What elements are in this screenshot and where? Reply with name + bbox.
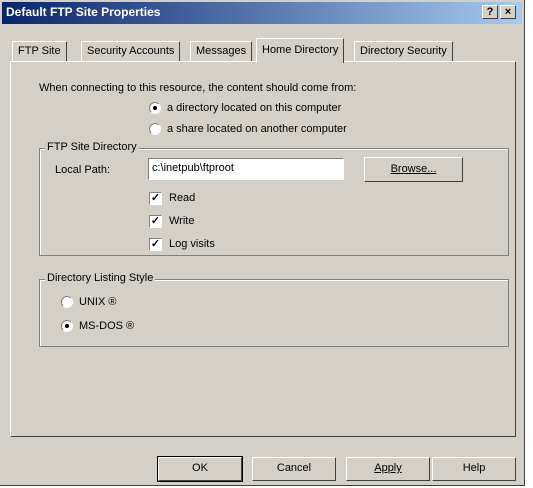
apply-button[interactable]: Apply	[346, 457, 430, 481]
radio-local-directory[interactable]	[149, 102, 161, 114]
radio-local-directory-label[interactable]: a directory located on this computer	[167, 102, 341, 114]
properties-dialog: Default FTP Site Properties ? × FTP Site…	[0, 0, 525, 486]
browse-button-label: Browse...	[390, 163, 437, 175]
ok-button[interactable]: OK	[157, 456, 243, 482]
apply-button-label: Apply	[374, 462, 402, 474]
tab-home-directory[interactable]: Home Directory	[256, 38, 345, 63]
tab-security-accounts[interactable]: Security Accounts	[81, 41, 181, 61]
cancel-button[interactable]: Cancel	[252, 457, 336, 481]
tab-messages[interactable]: Messages	[190, 41, 253, 61]
home-directory-panel: When connecting to this resource, the co…	[10, 61, 516, 437]
help-button[interactable]: Help	[432, 457, 516, 481]
checkbox-log-visits[interactable]: ✓	[149, 238, 162, 251]
title-bar[interactable]: Default FTP Site Properties ? ×	[2, 2, 522, 24]
close-title-button[interactable]: ×	[500, 5, 516, 19]
content-source-prompt: When connecting to this resource, the co…	[39, 82, 357, 94]
radio-network-share[interactable]	[149, 123, 161, 135]
tab-ftp-site[interactable]: FTP Site	[12, 41, 67, 61]
radio-network-share-label[interactable]: a share located on another computer	[167, 123, 347, 135]
directory-listing-style-legend: Directory Listing Style	[45, 272, 156, 284]
radio-ms-dos[interactable]	[61, 320, 73, 332]
radio-ms-dos-label[interactable]: MS-DOS ®	[79, 320, 134, 332]
radio-unix-label[interactable]: UNIX ®	[79, 296, 116, 308]
tab-directory-security[interactable]: Directory Security	[354, 41, 453, 61]
checkbox-read[interactable]: ✓	[149, 192, 162, 205]
checkbox-read-label[interactable]: Read	[169, 192, 195, 204]
local-path-input[interactable]: c:\inetpub\ftproot	[148, 158, 344, 180]
checkbox-write[interactable]: ✓	[149, 215, 162, 228]
checkbox-log-visits-label[interactable]: Log visits	[169, 238, 215, 250]
directory-listing-style-group	[39, 279, 509, 347]
local-path-label: Local Path:	[55, 164, 111, 176]
window-title: Default FTP Site Properties	[6, 5, 161, 19]
ftp-site-directory-legend: FTP Site Directory	[45, 141, 139, 153]
help-title-button[interactable]: ?	[482, 5, 498, 19]
radio-unix[interactable]	[61, 296, 73, 308]
checkbox-write-label[interactable]: Write	[169, 215, 194, 227]
browse-button[interactable]: Browse...	[364, 157, 463, 182]
